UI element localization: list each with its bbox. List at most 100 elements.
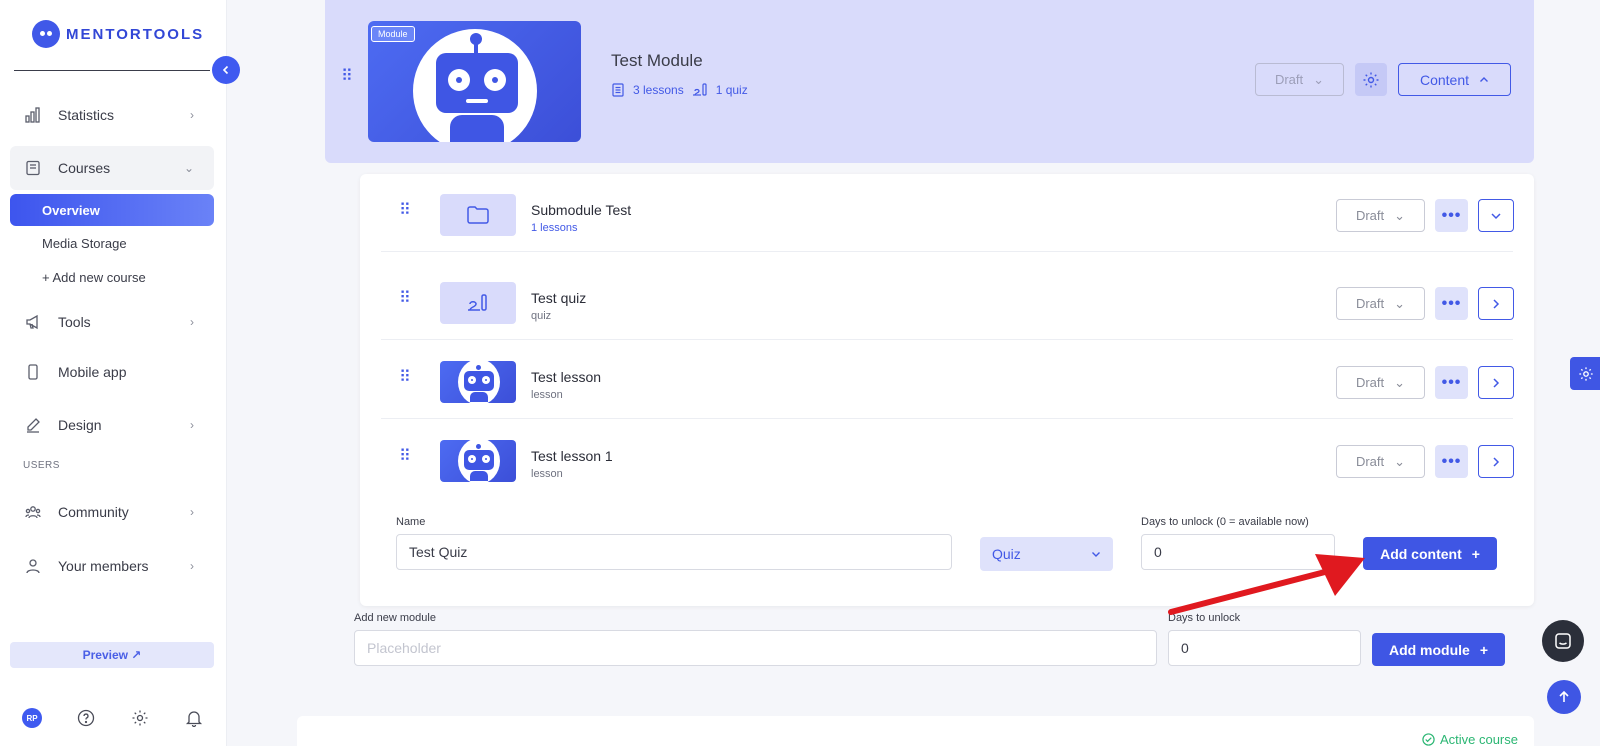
content-toggle-button[interactable]: Content	[1398, 63, 1511, 96]
sidebar-item-tools[interactable]: Tools ›	[10, 300, 214, 344]
course-status-card: Active course	[297, 716, 1534, 746]
bar-chart-icon	[24, 106, 42, 124]
brand-logo[interactable]: MENTORTOOLS	[32, 20, 204, 48]
sidebar-item-label: Courses	[58, 160, 111, 176]
module-settings-button[interactable]	[1355, 63, 1387, 96]
book-icon	[24, 159, 42, 177]
chevron-right-icon	[1493, 456, 1500, 467]
content-row[interactable]: ⠿ Submodule Test 1 lessons Draft ⌄ •••	[381, 174, 1514, 252]
open-button[interactable]	[1478, 287, 1514, 320]
open-button[interactable]	[1478, 445, 1514, 478]
module-lessons-count: 3 lessons	[633, 83, 684, 97]
bell-icon[interactable]	[184, 708, 204, 728]
module-status-select[interactable]: Draft ⌄	[1255, 63, 1344, 96]
document-icon	[612, 83, 624, 97]
avatar[interactable]: RP	[22, 708, 42, 728]
status-value: Draft	[1355, 296, 1385, 311]
drag-handle-icon[interactable]: ⠿	[399, 449, 411, 465]
drag-handle-icon[interactable]: ⠿	[399, 203, 411, 219]
arrow-up-icon	[1559, 690, 1569, 702]
row-subtitle[interactable]: 1 lessons	[531, 222, 577, 234]
sidebar: MENTORTOOLS Statistics › Courses ⌄ Overv…	[0, 0, 227, 746]
chevron-up-icon	[1480, 76, 1489, 82]
phone-icon	[24, 363, 42, 381]
chat-button[interactable]	[1542, 620, 1584, 662]
folder-icon	[467, 206, 489, 224]
sidebar-item-label: Mobile app	[58, 364, 127, 380]
ellipsis-icon: •••	[1441, 452, 1462, 470]
sidebar-collapse-button[interactable]	[212, 56, 240, 84]
open-button[interactable]	[1478, 366, 1514, 399]
more-options-button[interactable]: •••	[1435, 445, 1468, 478]
ellipsis-icon: •••	[1441, 206, 1462, 224]
quiz-thumbnail	[440, 282, 516, 324]
lesson-thumbnail	[440, 361, 516, 403]
module-meta: 3 lessons 1 quiz	[611, 83, 748, 97]
module-name-input[interactable]: Placeholder	[354, 630, 1157, 666]
expand-button[interactable]	[1478, 199, 1514, 232]
sidebar-item-courses[interactable]: Courses ⌄	[10, 146, 214, 190]
row-status-select[interactable]: Draft ⌄	[1336, 366, 1425, 399]
module-quiz-count: 1 quiz	[715, 83, 748, 97]
module-days-input[interactable]: 0	[1168, 630, 1361, 666]
module-title: Test Module	[611, 51, 703, 70]
chevron-right-icon: ›	[190, 108, 194, 122]
chevron-down-icon: ⌄	[1313, 71, 1325, 87]
more-options-button[interactable]: •••	[1435, 199, 1468, 232]
content-row[interactable]: ⠿ Test quiz quiz Draft ⌄ •••	[381, 262, 1514, 340]
sidebar-item-design[interactable]: Design ›	[10, 403, 214, 447]
sidebar-item-mobile-app[interactable]: Mobile app	[10, 350, 214, 394]
module-thumbnail: Module	[368, 21, 581, 142]
check-circle-icon	[1422, 733, 1435, 746]
sidebar-item-label: Community	[58, 504, 129, 520]
help-icon[interactable]	[76, 708, 96, 728]
row-subtitle: lesson	[531, 468, 563, 480]
plus-icon: +	[1479, 641, 1489, 658]
chevron-down-icon: ⌄	[1394, 453, 1406, 469]
row-title: Test lesson 1	[531, 448, 613, 464]
chevron-down-icon: ⌄	[1394, 295, 1406, 311]
row-title: Test lesson	[531, 369, 602, 385]
drag-handle-icon[interactable]: ⠿	[399, 370, 411, 386]
course-status: Active course	[1422, 732, 1518, 746]
sidebar-footer: RP	[22, 708, 204, 728]
course-status-label: Active course	[1439, 732, 1518, 746]
row-subtitle: lesson	[531, 389, 563, 401]
megaphone-icon	[24, 313, 42, 331]
drag-handle-icon[interactable]: ⠿	[399, 291, 411, 307]
content-type-value: Quiz	[992, 546, 1021, 562]
section-label-users: USERS	[23, 460, 60, 471]
sidebar-item-community[interactable]: Community ›	[10, 490, 214, 534]
content-name-input[interactable]: Test Quiz	[396, 534, 952, 570]
add-module-button[interactable]: Add module +	[1372, 633, 1505, 666]
preview-button[interactable]: Preview ↗	[10, 642, 214, 668]
chevron-left-icon	[222, 65, 229, 75]
more-options-button[interactable]: •••	[1435, 287, 1468, 320]
sidebar-divider	[14, 70, 210, 71]
content-type-select[interactable]: Quiz	[980, 537, 1113, 571]
chevron-right-icon: ›	[190, 505, 194, 519]
add-content-button[interactable]: Add content +	[1363, 537, 1497, 570]
content-row[interactable]: ⠿ Test lesson lesson Draft ⌄ •••	[381, 341, 1514, 419]
sidebar-subitem-media-storage[interactable]: Media Storage	[10, 227, 214, 259]
user-icon	[24, 557, 42, 575]
module-header: ⠿ Module Test Module 3 lessons 1 quiz Dr…	[325, 0, 1534, 163]
chevron-right-icon: ›	[190, 418, 194, 432]
sidebar-item-label: Design	[58, 417, 102, 433]
gear-icon[interactable]	[130, 708, 150, 728]
row-status-select[interactable]: Draft ⌄	[1336, 199, 1425, 232]
content-row[interactable]: ⠿ Test lesson 1 lesson Draft ⌄ •••	[381, 420, 1514, 498]
pencil-icon	[24, 416, 42, 434]
more-options-button[interactable]: •••	[1435, 366, 1468, 399]
chevron-down-icon	[1491, 212, 1501, 219]
sidebar-subitem-overview[interactable]: Overview	[10, 194, 214, 226]
sidebar-item-your-members[interactable]: Your members ›	[10, 544, 214, 588]
side-settings-button[interactable]	[1570, 357, 1600, 390]
sidebar-subitem-add-course[interactable]: + Add new course	[10, 261, 214, 293]
sidebar-item-statistics[interactable]: Statistics ›	[10, 93, 214, 137]
row-status-select[interactable]: Draft ⌄	[1336, 287, 1425, 320]
row-status-select[interactable]: Draft ⌄	[1336, 445, 1425, 478]
drag-handle-icon[interactable]: ⠿	[341, 69, 353, 85]
scroll-to-top-button[interactable]	[1547, 680, 1581, 714]
quiz-icon	[692, 83, 707, 96]
